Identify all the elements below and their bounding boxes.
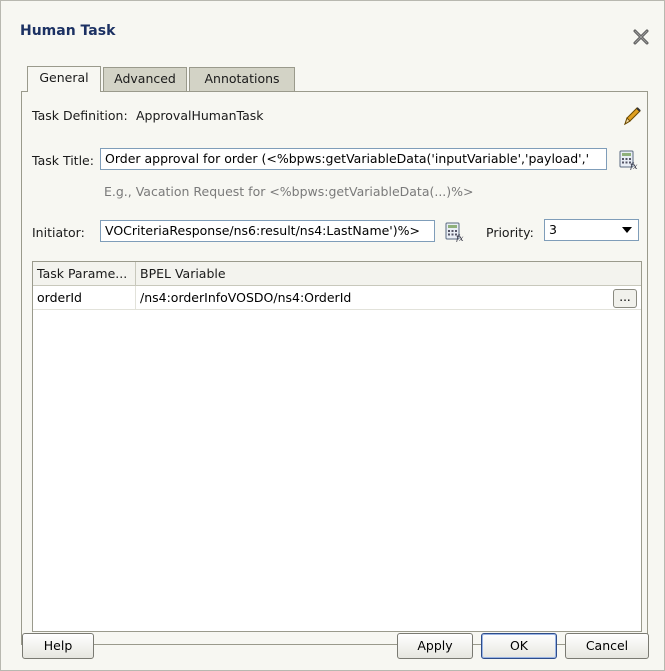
priority-label: Priority: [486, 225, 534, 240]
ok-button[interactable]: OK [481, 633, 557, 659]
human-task-dialog: Human Task General Advanced Annotations … [0, 0, 665, 671]
initiator-input[interactable]: VOCriteriaResponse/ns6:result/ns4:LastNa… [100, 220, 435, 242]
svg-text:fx: fx [629, 162, 638, 170]
chevron-down-icon [622, 227, 632, 233]
table-row[interactable]: orderId /ns4:orderInfoVOSDO/ns4:OrderId … [33, 286, 641, 310]
bpel-variable-cell[interactable]: /ns4:orderInfoVOSDO/ns4:OrderId [136, 286, 606, 310]
pencil-icon[interactable] [621, 105, 643, 127]
browse-variable-button[interactable]: ... [613, 289, 637, 308]
tab-advanced[interactable]: Advanced [103, 67, 187, 91]
table-header: Task Parame... BPEL Variable [33, 262, 641, 286]
expression-builder-icon[interactable]: fx [444, 222, 464, 242]
tab-general[interactable]: General [27, 66, 101, 92]
expression-builder-icon[interactable]: fx [618, 150, 638, 170]
apply-button[interactable]: Apply [397, 633, 473, 659]
priority-select[interactable]: 3 [544, 219, 639, 241]
task-title-input[interactable]: Order approval for order (<%bpws:getVari… [100, 148, 607, 170]
tab-annotations[interactable]: Annotations [189, 67, 295, 91]
initiator-label: Initiator: [32, 225, 85, 240]
task-title-label: Task Title: [32, 153, 94, 168]
priority-value: 3 [549, 222, 557, 237]
ok-button-label: OK [509, 638, 529, 653]
dialog-title: Human Task [20, 23, 116, 39]
column-header-task-parameter[interactable]: Task Parame... [33, 262, 136, 286]
task-definition-value: ApprovalHumanTask [136, 108, 264, 123]
cancel-button[interactable]: Cancel [565, 633, 649, 659]
task-title-hint: E.g., Vacation Request for <%bpws:getVar… [104, 184, 474, 199]
task-parameters-table: Task Parame... BPEL Variable orderId /ns… [32, 261, 642, 632]
task-parameter-cell[interactable]: orderId [33, 286, 136, 310]
column-header-bpel-variable[interactable]: BPEL Variable [136, 262, 641, 286]
cancel-button-label: Cancel [585, 638, 629, 653]
help-button[interactable]: Help [22, 633, 94, 659]
task-definition-label: Task Definition: [32, 108, 128, 123]
close-icon[interactable] [631, 27, 651, 47]
apply-button-label: Apply [417, 638, 453, 653]
help-button-label: Help [43, 638, 73, 653]
svg-text:fx: fx [455, 234, 464, 242]
